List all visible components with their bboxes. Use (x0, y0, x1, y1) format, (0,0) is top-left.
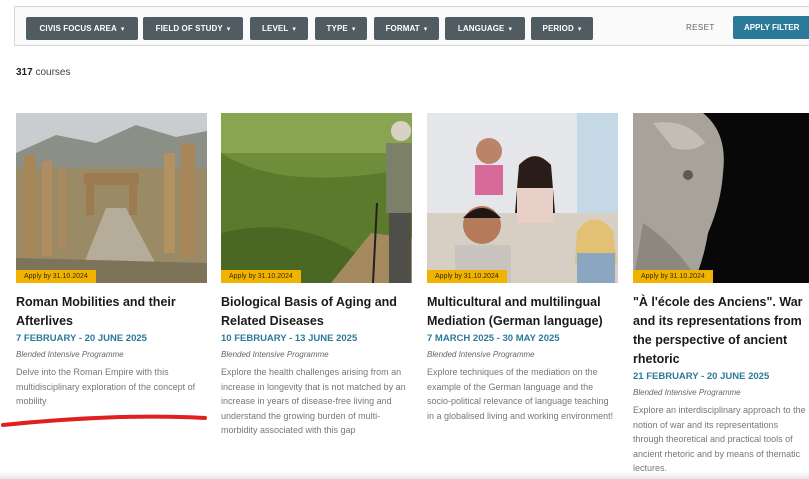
course-dates: 21 FEBRUARY - 20 JUNE 2025 (633, 371, 770, 382)
course-programme: Blended Intensive Programme (221, 350, 329, 359)
course-description: Delve into the Roman Empire with this mu… (16, 367, 196, 406)
course-image-ancient-bust[interactable]: Apply by 31.10.2024 (633, 113, 809, 283)
results-count-unit: courses (35, 67, 71, 78)
red-underline-annotation (1, 414, 207, 427)
chevron-down-icon: ▾ (120, 25, 125, 33)
course-card[interactable]: Apply by 31.10.2024 Roman Mobilities and… (16, 113, 207, 409)
chevron-down-icon: ▾ (508, 25, 513, 33)
apply-deadline-badge: Apply by 31.10.2024 (221, 270, 301, 283)
course-description: Explore the health challenges arising fr… (221, 367, 406, 435)
course-title[interactable]: Biological Basis of Aging and Related Di… (221, 293, 412, 331)
apply-deadline-badge: Apply by 31.10.2024 (427, 270, 507, 283)
course-title[interactable]: Roman Mobilities and their Afterlives (16, 293, 207, 331)
chevron-down-icon: ▾ (226, 25, 231, 33)
course-programme: Blended Intensive Programme (633, 388, 741, 397)
apply-deadline-badge: Apply by 31.10.2024 (16, 270, 96, 283)
chevron-down-icon: ▾ (292, 25, 296, 33)
page-bottom-edge (0, 471, 809, 479)
filter-level[interactable]: LEVEL ▾ (250, 17, 308, 40)
course-description: Explore an interdisciplinary approach to… (633, 405, 806, 473)
chevron-down-icon: ▾ (577, 25, 582, 33)
course-image-roman-ruins[interactable]: Apply by 31.10.2024 (16, 113, 207, 283)
course-programme: Blended Intensive Programme (16, 350, 124, 359)
course-dates: 7 FEBRUARY - 20 JUNE 2025 (16, 333, 147, 344)
filter-civis-focus-area[interactable]: CIVIS FOCUS AREA ▾ (26, 17, 138, 40)
course-image-elderly-walker[interactable]: Apply by 31.10.2024 (221, 113, 412, 283)
course-card[interactable]: Apply by 31.10.2024 Biological Basis of … (221, 113, 412, 438)
course-card[interactable]: Apply by 31.10.2024 Multicultural and mu… (427, 113, 618, 423)
course-programme: Blended Intensive Programme (427, 350, 535, 359)
course-dates: 7 MARCH 2025 - 30 MAY 2025 (427, 333, 560, 344)
filter-language[interactable]: LANGUAGE ▾ (445, 17, 525, 40)
results-count: 317 courses (16, 67, 70, 78)
reset-button[interactable]: RESET (686, 23, 715, 32)
ancient-bust-image (633, 113, 809, 283)
filter-period[interactable]: PERIOD ▾ (531, 17, 593, 40)
chevron-down-icon: ▾ (423, 25, 428, 33)
filter-format[interactable]: FORMAT ▾ (374, 17, 439, 40)
apply-deadline-badge: Apply by 31.10.2024 (633, 270, 713, 283)
course-card[interactable]: Apply by 31.10.2024 "À l'école des Ancie… (633, 113, 809, 476)
elderly-walker-image (221, 113, 412, 283)
course-description: Explore techniques of the mediation on t… (427, 367, 614, 421)
students-image (427, 113, 618, 283)
roman-ruins-image (16, 113, 207, 283)
filter-type[interactable]: TYPE ▾ (315, 17, 367, 40)
apply-filter-button[interactable]: APPLY FILTER (733, 16, 809, 39)
course-title[interactable]: Multicultural and multilingual Mediation… (427, 293, 618, 331)
filter-field-of-study[interactable]: FIELD OF STUDY ▾ (143, 17, 243, 40)
course-image-students[interactable]: Apply by 31.10.2024 (427, 113, 618, 283)
course-title[interactable]: "À l'école des Anciens". War and its rep… (633, 293, 809, 369)
results-count-number: 317 (16, 67, 33, 78)
chevron-down-icon: ▾ (351, 25, 356, 33)
course-dates: 10 FEBRUARY - 13 JUNE 2025 (221, 333, 358, 344)
